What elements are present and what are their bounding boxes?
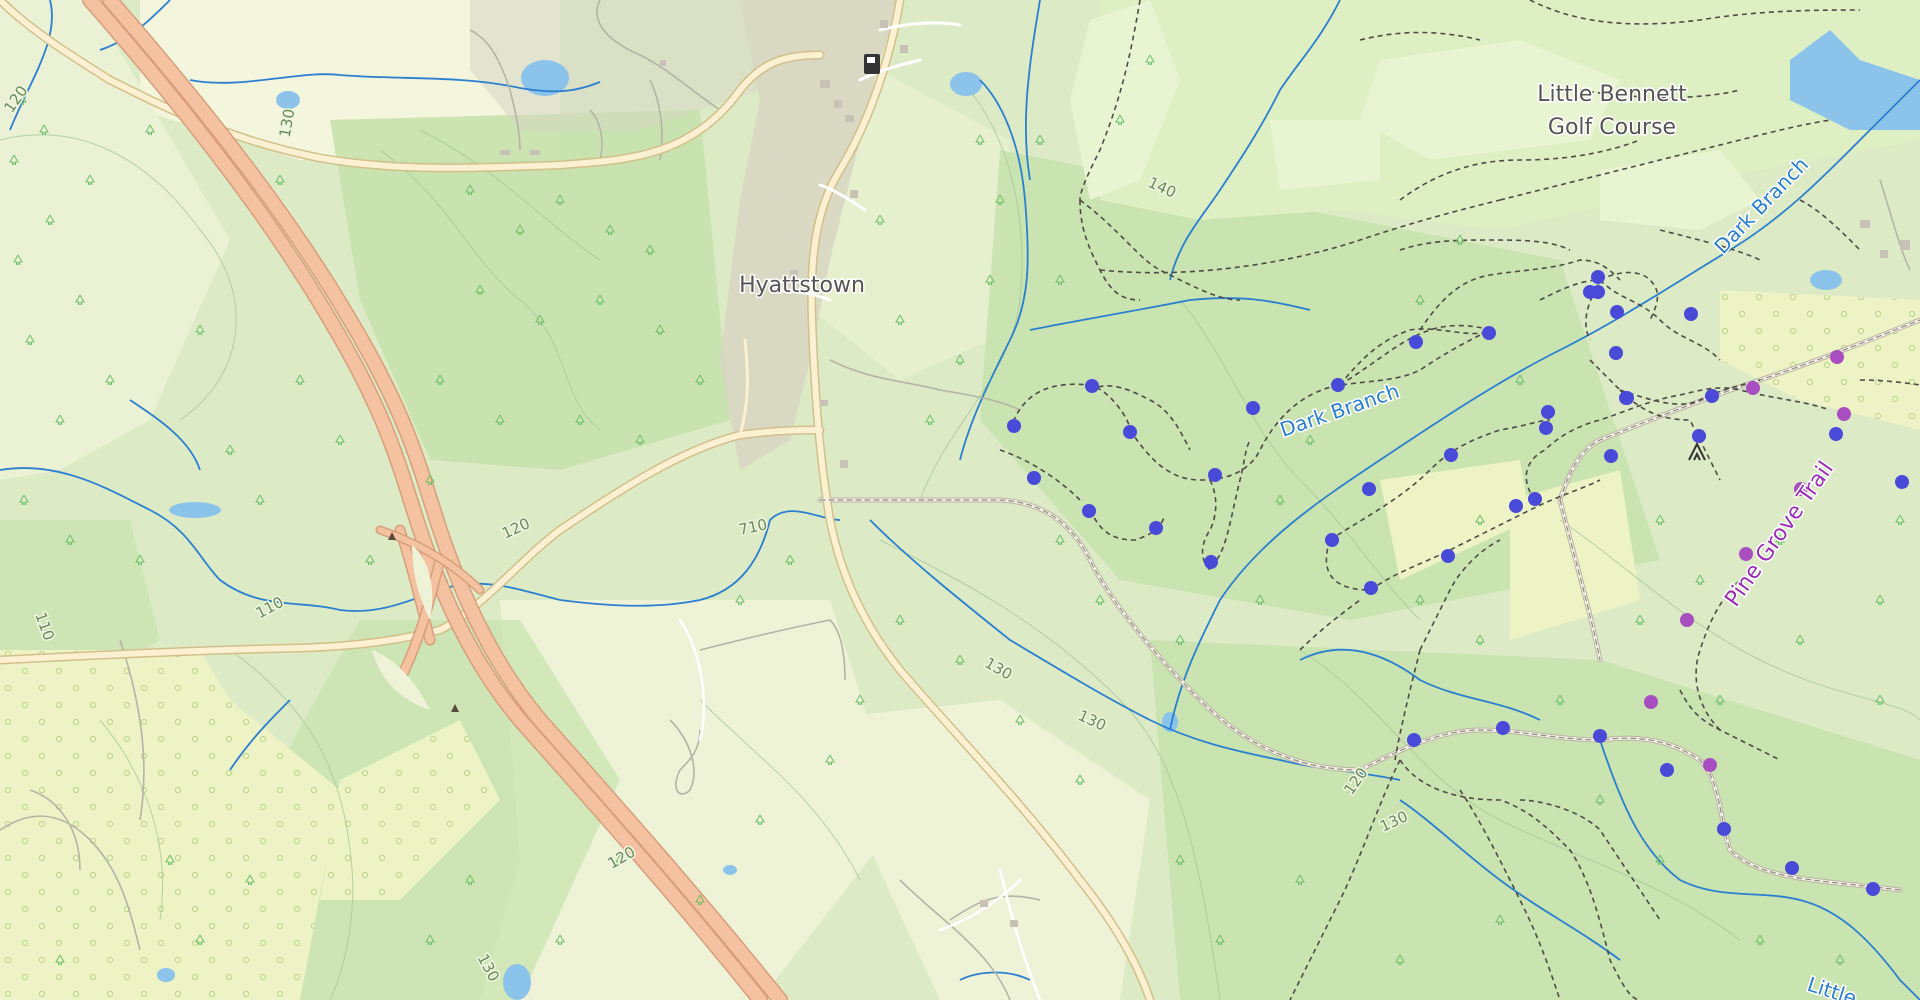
town-label: Hyattstown	[739, 273, 865, 298]
map-canvas[interactable]: Hyattstown Little Bennett Golf Course Da…	[0, 0, 1920, 1000]
fuel-station-icon[interactable]	[864, 54, 880, 74]
golf-course-label-line2: Golf Course	[1548, 115, 1676, 140]
topo-map[interactable]: Hyattstown Little Bennett Golf Course Da…	[0, 0, 1920, 1000]
golf-course-label-line1: Little Bennett	[1537, 82, 1687, 107]
